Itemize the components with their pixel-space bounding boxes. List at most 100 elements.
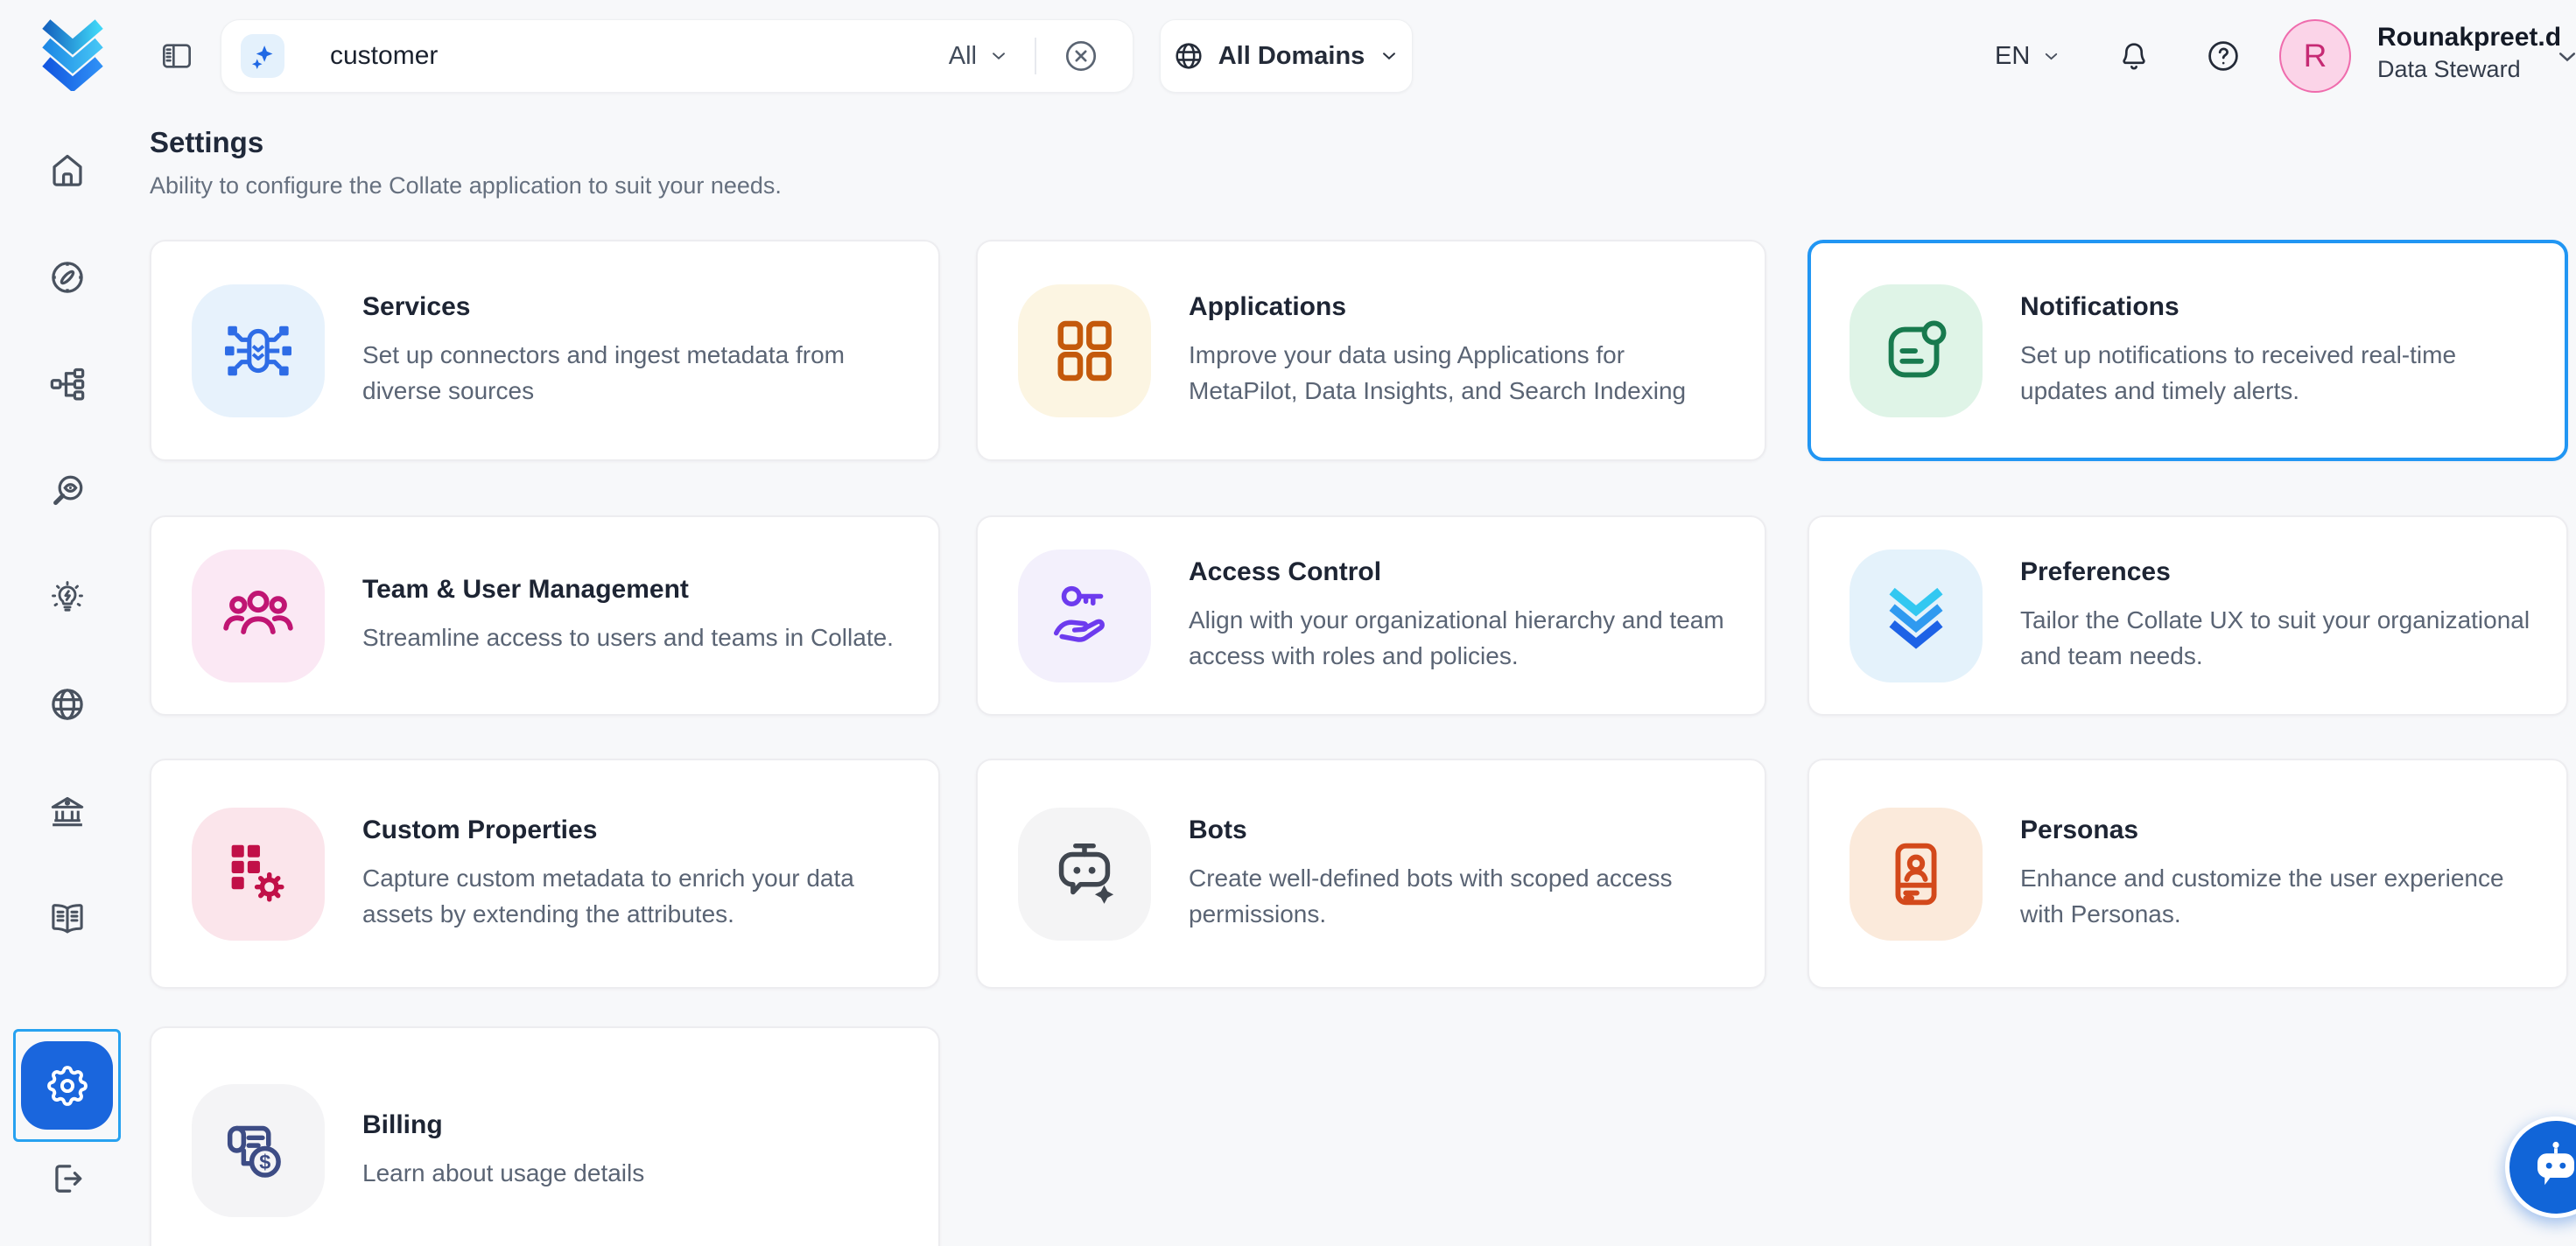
card-title: Billing [362, 1110, 644, 1140]
clear-search-icon[interactable] [1061, 36, 1101, 76]
sidebar-item-lineage[interactable] [47, 364, 88, 404]
sidebar-item-settings[interactable] [13, 1029, 121, 1142]
sidebar-toggle-icon[interactable] [159, 38, 194, 74]
collate-settings-page: customer All All Domains EN [0, 0, 2576, 1246]
robot-icon [2524, 1136, 2576, 1199]
sidebar-item-observability[interactable] [47, 471, 88, 511]
card-title: Applications [1189, 292, 1735, 322]
card-description: Set up connectors and ingest metadata fr… [362, 337, 909, 409]
card-description: Capture custom metadata to enrich your d… [362, 860, 909, 932]
billing-icon: $ [192, 1084, 325, 1217]
gear-icon [21, 1041, 113, 1130]
all-domains-label: All Domains [1218, 42, 1365, 71]
global-search-bar[interactable]: customer All [221, 19, 1134, 93]
lightbulb-icon [47, 606, 88, 621]
card-title: Custom Properties [362, 816, 909, 845]
card-title: Notifications [2020, 292, 2535, 322]
chevron-down-icon[interactable] [987, 45, 1010, 67]
sidebar-item-insights[interactable] [47, 578, 88, 618]
user-role: Data Steward [2377, 54, 2561, 85]
bank-icon [47, 820, 88, 835]
book-icon [47, 927, 88, 942]
sidebar-item-home[interactable] [47, 150, 88, 191]
help-icon[interactable] [2204, 37, 2243, 80]
language-label: EN [1995, 42, 2030, 71]
access-icon [1018, 550, 1151, 682]
team-icon [192, 550, 325, 682]
card-text: Team & User ManagementStreamline access … [362, 575, 923, 655]
preferences-icon [1850, 550, 1983, 682]
card-text: Services Set up connectors and ingest met… [362, 292, 938, 409]
card-text: Bots Create well-defined bots with scoped… [1189, 816, 1765, 932]
custom-properties-icon [192, 808, 325, 941]
user-name: Rounakpreet.d [2377, 21, 2561, 54]
settings-card-access-control[interactable]: Access Control Align with your organizati… [976, 515, 1766, 716]
notifications-icon [1850, 284, 1983, 417]
card-text: Preferences Tailor the Collate UX to suit… [2020, 557, 2566, 674]
services-icon [192, 284, 325, 417]
left-nav-sidebar [0, 112, 135, 1246]
card-description: Tailor the Collate UX to suit your organ… [2020, 602, 2537, 674]
settings-card-preferences[interactable]: Preferences Tailor the Collate UX to suit… [1807, 515, 2568, 716]
card-text: Custom Properties Capture custom metadata… [362, 816, 938, 932]
card-text: Notifications Set up notifications to rec… [2020, 292, 2565, 409]
globe-icon [47, 713, 88, 728]
chevron-down-icon [1378, 45, 1400, 67]
notifications-bell-icon[interactable] [2116, 38, 2151, 78]
settings-card-services[interactable]: Services Set up connectors and ingest met… [150, 240, 940, 461]
card-title: Bots [1189, 816, 1735, 845]
card-description: Learn about usage details [362, 1155, 644, 1191]
card-title: Personas [2020, 816, 2537, 845]
bots-icon [1018, 808, 1151, 941]
card-text: Access Control Align with your organizati… [1189, 557, 1765, 674]
svg-text:$: $ [259, 1151, 270, 1173]
sidebar-item-glossary[interactable] [47, 898, 88, 938]
sidebar-item-explore[interactable] [47, 257, 88, 298]
settings-card-billing[interactable]: $ Billing Learn about usage details [150, 1026, 940, 1246]
settings-card-notifications[interactable]: Notifications Set up notifications to rec… [1807, 240, 2568, 461]
settings-card-applications[interactable]: Applications Improve your data using Appl… [976, 240, 1766, 461]
settings-card-bots[interactable]: Bots Create well-defined bots with scoped… [976, 759, 1766, 989]
chat-bot-fab[interactable] [2505, 1116, 2576, 1218]
chevron-down-icon [2040, 46, 2062, 67]
sidebar-item-governance[interactable] [47, 791, 88, 831]
card-title: Access Control [1189, 557, 1735, 587]
card-title: Preferences [2020, 557, 2537, 587]
card-title: Services [362, 292, 909, 322]
settings-card-personas[interactable]: Personas Enhance and customize the user e… [1807, 759, 2568, 989]
all-domains-button[interactable]: All Domains [1160, 19, 1413, 93]
user-menu-chevron-icon[interactable] [2552, 42, 2576, 76]
card-description: Improve your data using Applications for… [1189, 337, 1735, 409]
user-menu[interactable]: Rounakpreet.d Data Steward [2377, 21, 2561, 85]
lineage-icon [47, 393, 88, 408]
card-description: Streamline access to users and teams in … [362, 620, 894, 655]
search-eye-icon [47, 500, 88, 514]
card-text: Billing Learn about usage details [362, 1110, 674, 1191]
page-title: Settings [150, 126, 263, 159]
search-scope-dropdown[interactable]: All [949, 42, 977, 71]
sidebar-item-domains[interactable] [47, 684, 88, 724]
card-description: Set up notifications to received real-ti… [2020, 337, 2535, 409]
topbar: customer All All Domains EN [0, 0, 2576, 112]
logout-icon [47, 1187, 88, 1202]
globe-icon [1172, 39, 1205, 73]
personas-icon [1850, 808, 1983, 941]
card-description: Create well-defined bots with scoped acc… [1189, 860, 1735, 932]
language-selector[interactable]: EN [1995, 0, 2062, 112]
compass-icon [47, 286, 88, 301]
settings-card-custom-properties[interactable]: Custom Properties Capture custom metadata… [150, 759, 940, 989]
collate-logo-icon[interactable] [39, 18, 107, 95]
page-subtitle: Ability to configure the Collate applica… [150, 172, 782, 200]
card-text: Personas Enhance and customize the user e… [2020, 816, 2566, 932]
settings-card-team-user-management[interactable]: Team & User ManagementStreamline access … [150, 515, 940, 716]
card-description: Align with your organizational hierarchy… [1189, 602, 1735, 674]
search-input[interactable]: customer [330, 41, 438, 71]
avatar-initial: R [2304, 38, 2327, 74]
divider [1035, 38, 1036, 74]
ai-sparkle-icon [241, 34, 284, 78]
applications-icon [1018, 284, 1151, 417]
card-description: Enhance and customize the user experienc… [2020, 860, 2537, 932]
sidebar-item-logout[interactable] [47, 1158, 88, 1199]
user-avatar[interactable]: R [2279, 19, 2351, 93]
card-text: Applications Improve your data using Appl… [1189, 292, 1765, 409]
